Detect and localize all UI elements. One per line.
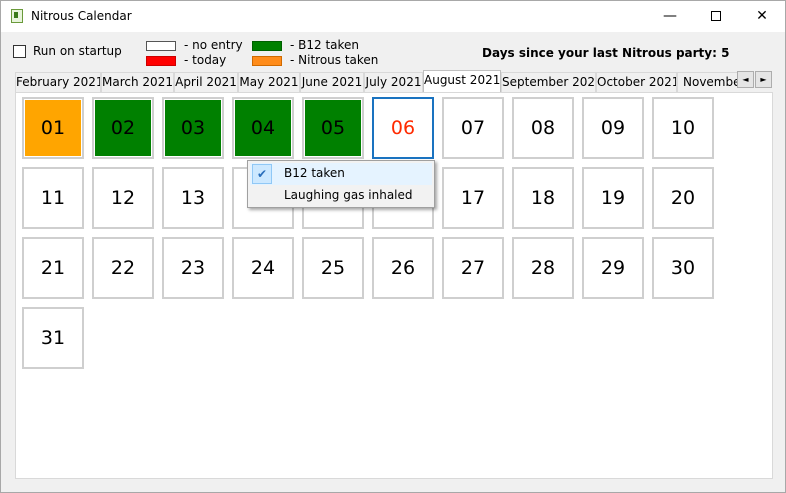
day-cell[interactable]: 29 [582, 237, 644, 299]
legend-swatch [146, 41, 176, 51]
tab-scroll-left-button[interactable]: ◄ [737, 71, 754, 88]
day-cell[interactable]: 13 [162, 167, 224, 229]
maximize-button[interactable] [693, 1, 739, 32]
day-cell[interactable]: 17 [442, 167, 504, 229]
day-cell[interactable]: 24 [232, 237, 294, 299]
day-cell-today[interactable]: 06 [372, 97, 434, 159]
day-cell[interactable]: 22 [92, 237, 154, 299]
legend-swatch [252, 41, 282, 51]
day-cell[interactable]: 08 [512, 97, 574, 159]
tab-february-2021[interactable]: February 2021 [15, 72, 101, 92]
day-cell[interactable]: 25 [302, 237, 364, 299]
day-cell[interactable]: 11 [22, 167, 84, 229]
day-cell[interactable]: 05 [302, 97, 364, 159]
tab-july-2021[interactable]: July 2021 [364, 72, 423, 92]
tab-april-2021[interactable]: April 2021 [174, 72, 238, 92]
day-cell[interactable]: 26 [372, 237, 434, 299]
tab-may-2021[interactable]: May 2021 [238, 72, 300, 92]
window-title: Nitrous Calendar [31, 9, 132, 23]
legend-label: - B12 taken [290, 38, 360, 52]
day-cell[interactable]: 03 [162, 97, 224, 159]
day-context-menu: ✔ B12 taken Laughing gas inhaled [247, 160, 435, 208]
tab-august-2021[interactable]: August 2021 [423, 70, 501, 92]
menu-item-b12-taken[interactable]: ✔ B12 taken [250, 163, 432, 185]
month-tabs: February 2021 March 2021 April 2021 May … [15, 70, 737, 92]
legend-label: - no entry [184, 38, 243, 52]
day-cell[interactable]: 07 [442, 97, 504, 159]
minimize-button[interactable]: — [647, 1, 693, 32]
day-cell[interactable]: 19 [582, 167, 644, 229]
day-cell[interactable]: 18 [512, 167, 574, 229]
day-cell[interactable]: 20 [652, 167, 714, 229]
day-cell[interactable]: 21 [22, 237, 84, 299]
maximize-icon [711, 11, 721, 21]
tab-march-2021[interactable]: March 2021 [101, 72, 174, 92]
menu-item-label: Laughing gas inhaled [284, 188, 413, 202]
app-calendar-icon [11, 9, 23, 23]
days-since-last-party: Days since your last Nitrous party: 5 [482, 46, 730, 60]
run-on-startup-checkbox[interactable] [13, 45, 26, 58]
tab-october-2021[interactable]: October 2021 [596, 72, 677, 92]
legend-swatch [146, 56, 176, 66]
day-cell[interactable]: 31 [22, 307, 84, 369]
checkmark-icon: ✔ [252, 164, 272, 184]
day-cell[interactable]: 04 [232, 97, 294, 159]
tab-november-2021[interactable]: November 2021 [677, 72, 737, 92]
calendar-panel: 01 02 03 04 05 06 07 08 09 10 11 12 13 1… [15, 92, 773, 479]
legend-label: - Nitrous taken [290, 53, 379, 67]
app-window: Nitrous Calendar — ✕ Run on startup - no… [0, 0, 786, 493]
day-cell[interactable]: 10 [652, 97, 714, 159]
tab-september-2021[interactable]: September 2021 [501, 72, 596, 92]
legend-label: - today [184, 53, 227, 67]
day-cell[interactable]: 12 [92, 167, 154, 229]
title-bar[interactable]: Nitrous Calendar — ✕ [1, 1, 785, 32]
day-cell[interactable]: 28 [512, 237, 574, 299]
menu-item-laughing-gas-inhaled[interactable]: Laughing gas inhaled [250, 185, 432, 207]
legend-swatch [252, 56, 282, 66]
day-cell[interactable]: 02 [92, 97, 154, 159]
day-cell[interactable]: 23 [162, 237, 224, 299]
tab-june-2021[interactable]: June 2021 [300, 72, 364, 92]
day-cell[interactable]: 30 [652, 237, 714, 299]
close-button[interactable]: ✕ [739, 1, 785, 32]
tab-scroll-right-button[interactable]: ► [755, 71, 772, 88]
day-cell[interactable]: 01 [22, 97, 84, 159]
menu-item-label: B12 taken [284, 166, 345, 180]
day-cell[interactable]: 09 [582, 97, 644, 159]
day-cell[interactable]: 27 [442, 237, 504, 299]
run-on-startup-label[interactable]: Run on startup [33, 44, 122, 58]
